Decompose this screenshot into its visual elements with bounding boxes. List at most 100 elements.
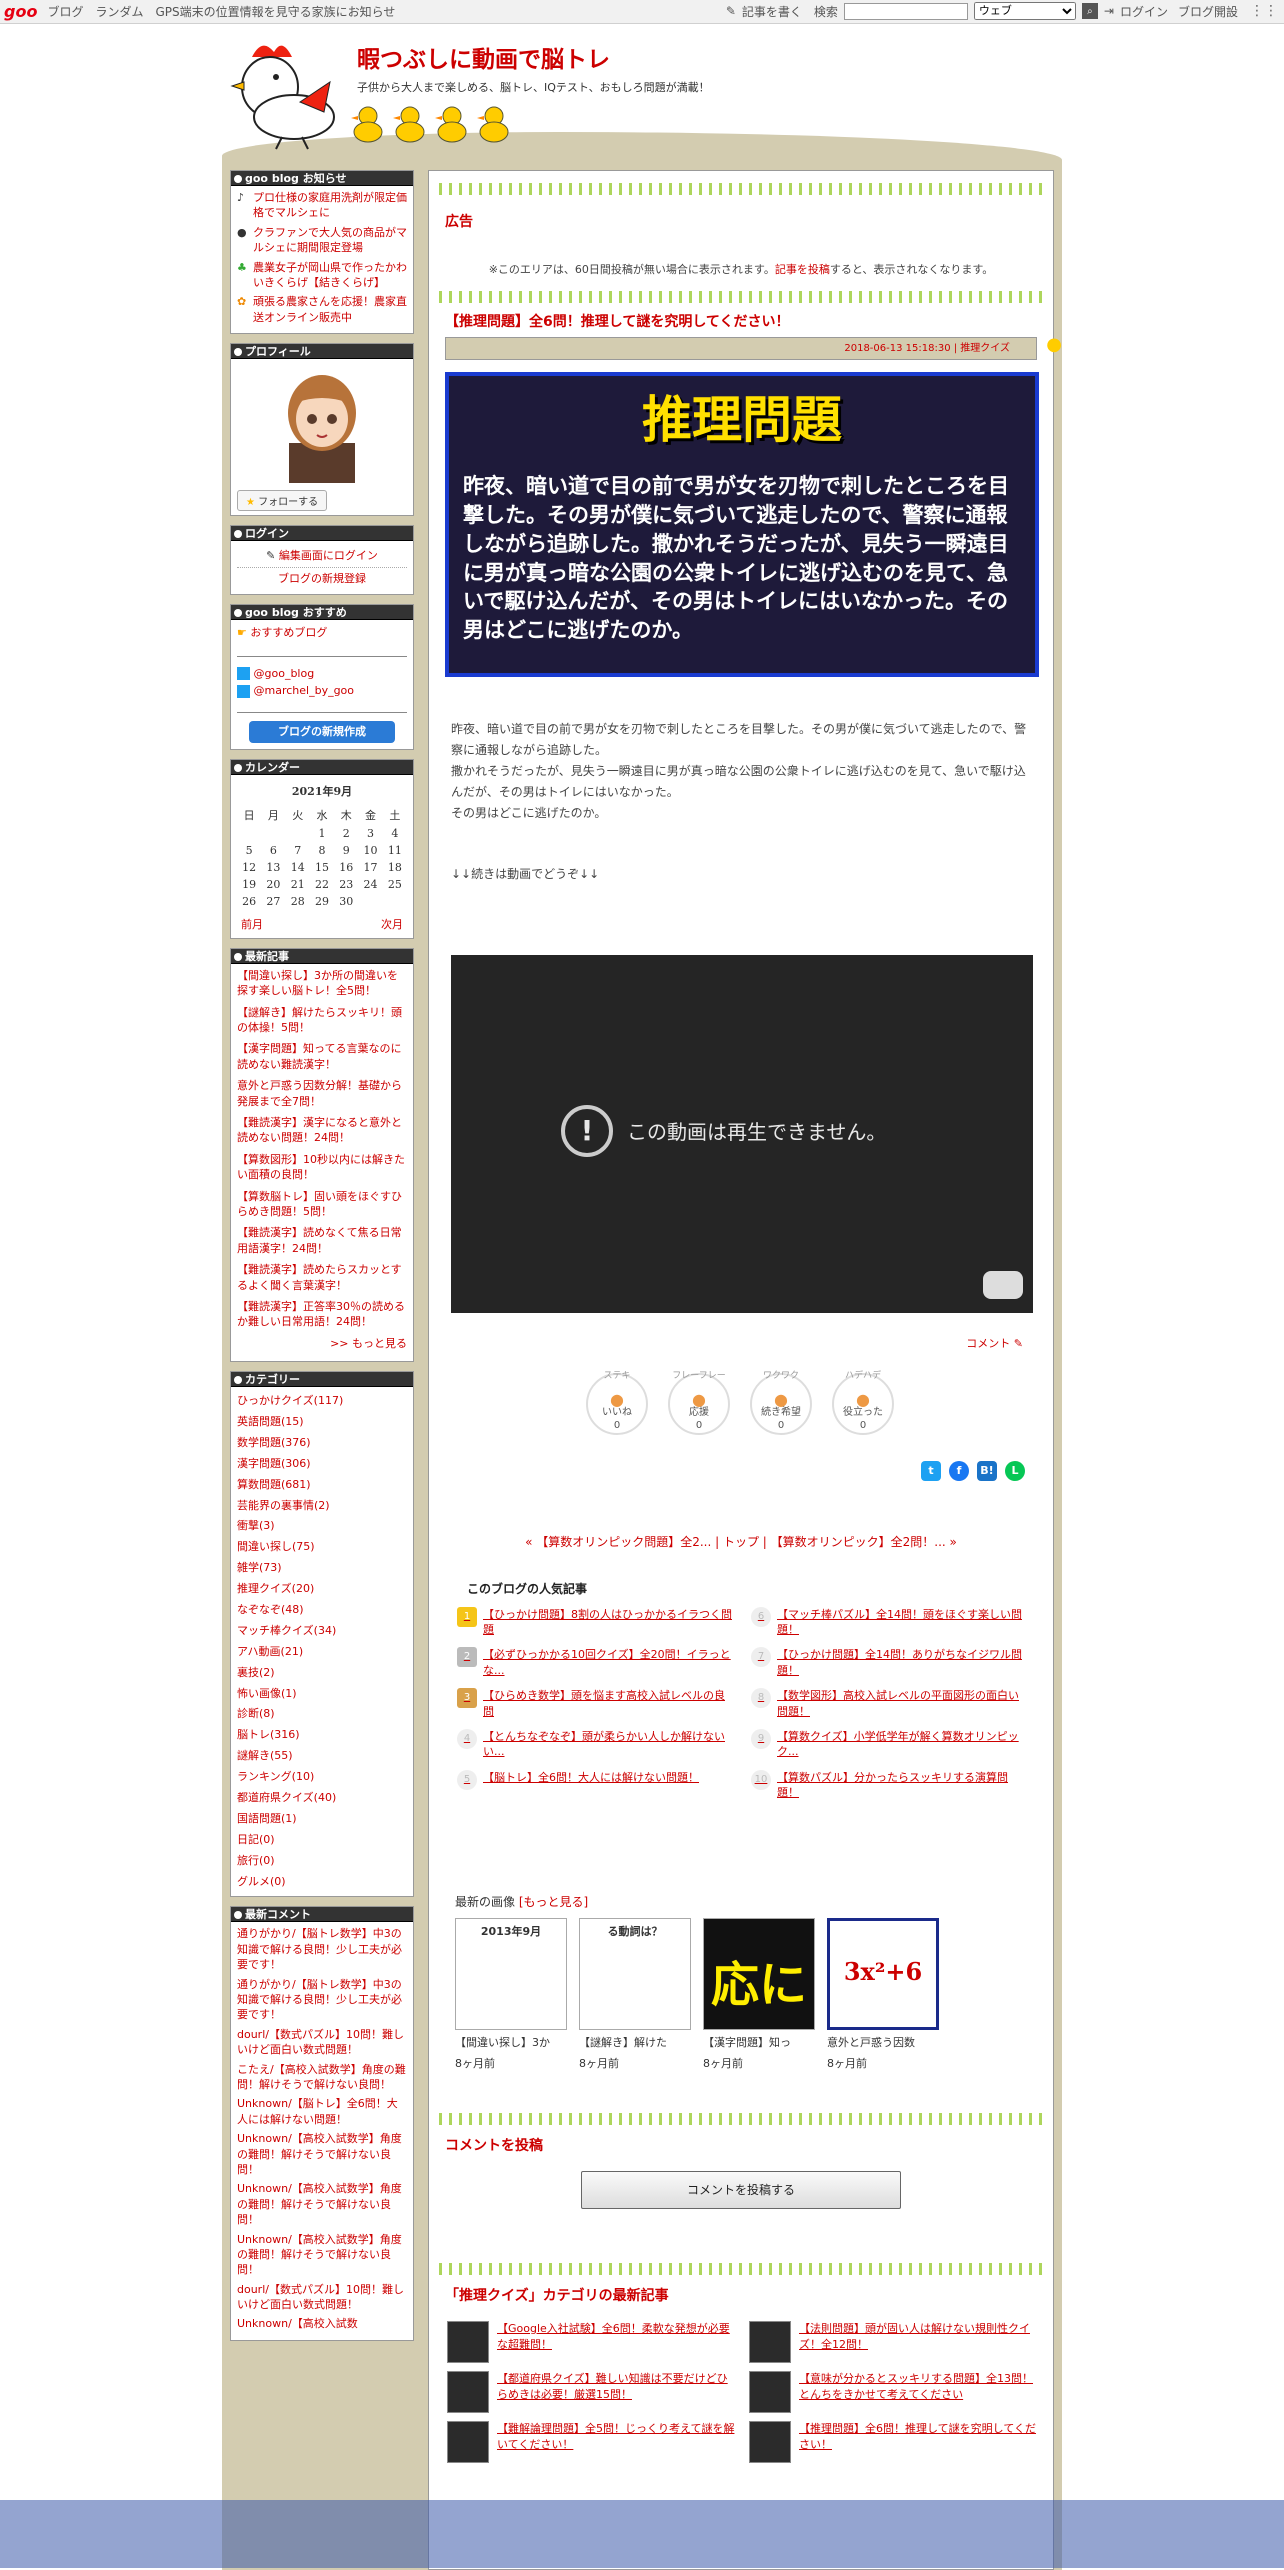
image-thumbnail[interactable]: 2013年9月 bbox=[455, 1917, 567, 2030]
recent-post-link[interactable]: 【謎解き】解けたらスッキリ！頭の体操！5問！ bbox=[237, 1006, 402, 1034]
image-thumbnail[interactable]: 3x²+6 bbox=[827, 1917, 939, 2030]
hatena-bookmark-icon[interactable]: B! bbox=[977, 1460, 997, 1481]
category-link[interactable]: 推理クイズ(20) bbox=[237, 1582, 314, 1595]
recent-post-link[interactable]: 【難読漢字】読めなくて焦る日常用語漢字！24問！ bbox=[237, 1226, 402, 1254]
reaction-button[interactable]: ワクワク ● 続き希望 0 bbox=[750, 1371, 812, 1435]
new-blog-link[interactable]: ブログの新規登録 bbox=[278, 572, 366, 585]
reaction-button[interactable]: ハデハデ ● 役立った 0 bbox=[832, 1371, 894, 1435]
image-thumbnail[interactable]: 応に bbox=[703, 1917, 815, 2030]
twitter-icon[interactable]: t bbox=[921, 1460, 941, 1481]
latest-link[interactable]: 【都道府県クイズ】難しい知識は不要だけどひらめきは必要！厳選15問！ bbox=[497, 2371, 735, 2413]
latest-item[interactable]: 【法則問題】頭が固い人は解けない規則性クイズ！全12問！ bbox=[749, 2320, 1037, 2363]
category-link[interactable]: ランキング(10) bbox=[237, 1770, 314, 1783]
post-comment-button[interactable]: コメントを投稿する bbox=[581, 2170, 901, 2209]
ad-link[interactable]: 農業女子が岡山県で作ったかわいきくらげ【結きくらげ】 bbox=[253, 260, 407, 291]
latest-thumbnail[interactable] bbox=[749, 2420, 791, 2463]
comment-item[interactable]: 通りがかり/【脳トレ数学】中3の知識で解ける良問！少し工夫が必要です！ bbox=[237, 1926, 407, 1972]
category-link[interactable]: 漢字問題(306) bbox=[237, 1457, 311, 1470]
ad-link[interactable]: クラファンで大人気の商品がマルシェに期間限定登場 bbox=[253, 225, 407, 256]
comment-item[interactable]: 通りがかり/【脳トレ数学】中3の知識で解ける良問！少し工夫が必要です！ bbox=[237, 1977, 407, 2023]
popular-item[interactable]: 7 【ひっかけ問題】全14問！ありがちなイジワル問題！ bbox=[751, 1647, 1027, 1678]
popular-item[interactable]: 6 【マッチ棒パズル】全14問！頭をほぐす楽しい問題！ bbox=[751, 1606, 1027, 1638]
popular-link[interactable]: 【脳トレ】全6問！大人には解けない問題！ bbox=[483, 1770, 699, 1801]
calendar-next-link[interactable]: 次月 bbox=[381, 916, 403, 932]
popular-link[interactable]: 【必ずひっかかる10回クイズ】全20問！イラっとな... bbox=[483, 1647, 733, 1678]
nav-blog[interactable]: ブログ bbox=[47, 3, 83, 20]
comment-item[interactable]: Unknown/【高校入試数学】角度の難問！解けそうで解けない良問！ bbox=[237, 2131, 407, 2177]
recent-post-link[interactable]: 【難読漢字】正答率30％の読めるか難しい日常用語！24問！ bbox=[237, 1300, 405, 1328]
category-link[interactable]: グルメ(0) bbox=[237, 1875, 286, 1888]
latest-item[interactable]: 【推理問題】全6問！推理して謎を究明してください！ bbox=[749, 2420, 1037, 2463]
article-title[interactable]: 【推理問題】全6問！推理して謎を究明してください！ bbox=[445, 311, 1037, 331]
recent-post-link[interactable]: 【間違い探し】3か所の間違いを探す楽しい脳トレ！全5問！ bbox=[237, 969, 398, 997]
popular-link[interactable]: 【とんちなぞなぞ】頭が柔らかい人しか解けないい... bbox=[483, 1729, 733, 1760]
category-link[interactable]: 旅行(0) bbox=[237, 1854, 275, 1867]
popular-link[interactable]: 【マッチ棒パズル】全14問！頭をほぐす楽しい問題！ bbox=[777, 1607, 1027, 1638]
twitter-marchel-link[interactable]: @marchel_by_goo bbox=[254, 684, 355, 697]
popular-link[interactable]: 【算数クイズ】小学低学年が解く算数オリンピック... bbox=[777, 1729, 1027, 1760]
twitter-goo-blog-link[interactable]: @goo_blog bbox=[254, 667, 315, 680]
latest-item[interactable]: 【Google入社試験】全6問！柔軟な発想が必要な超難問！ bbox=[447, 2320, 735, 2363]
follow-button[interactable]: ★ フォローする bbox=[237, 490, 328, 512]
create-new-blog-button[interactable]: ブログの新規作成 bbox=[249, 720, 395, 743]
category-link[interactable]: 雑学(73) bbox=[237, 1561, 282, 1574]
latest-item[interactable]: 【意味が分かるとスッキリする問題】全13問！とんちをきかせて考えてください bbox=[749, 2370, 1037, 2413]
post-article-link[interactable]: 記事を投稿 bbox=[775, 263, 830, 276]
facebook-icon[interactable]: f bbox=[949, 1460, 969, 1481]
popular-link[interactable]: 【数学図形】高校入試レベルの平面図形の面白い問題！ bbox=[777, 1688, 1027, 1719]
latest-link[interactable]: 【法則問題】頭が固い人は解けない規則性クイズ！全12問！ bbox=[799, 2321, 1037, 2363]
image-thumbnail[interactable]: る動詞は？ bbox=[579, 1917, 691, 2030]
category-link[interactable]: 怖い画像(1) bbox=[237, 1687, 297, 1700]
latest-item[interactable]: 【都道府県クイズ】難しい知識は不要だけどひらめきは必要！厳選15問！ bbox=[447, 2370, 735, 2413]
latest-thumbnail[interactable] bbox=[749, 2320, 791, 2363]
popular-link[interactable]: 【算数パズル】分かったらスッキリする演算問題！ bbox=[777, 1770, 1027, 1801]
latest-link[interactable]: 【意味が分かるとスッキリする問題】全13問！とんちをきかせて考えてください bbox=[799, 2371, 1037, 2413]
comment-item[interactable]: Unknown/【高校入試数 bbox=[237, 2316, 407, 2331]
popular-item[interactable]: 3 【ひらめき数学】頭を悩ます高校入試レベルの良問 bbox=[457, 1688, 733, 1719]
recent-post-link[interactable]: 【漢字問題】知ってる言葉なのに読めない難読漢字！ bbox=[237, 1042, 401, 1070]
apps-grid-icon[interactable]: ⋮⋮ bbox=[1250, 3, 1278, 19]
category-link[interactable]: 芸能界の裏事情(2) bbox=[237, 1499, 330, 1512]
search-scope-select[interactable]: ウェブ bbox=[973, 2, 1076, 20]
ad-link[interactable]: 頑張る農家さんを応援！農家直送オンライン販売中 bbox=[253, 294, 407, 325]
category-link[interactable]: なぞなぞ(48) bbox=[237, 1603, 304, 1616]
comment-item[interactable]: Unknown/【高校入試数学】角度の難問！解けそうで解けない良問！ bbox=[237, 2181, 407, 2227]
latest-thumbnail[interactable] bbox=[447, 2320, 489, 2363]
image-card[interactable]: 応に 【漢字問題】知っ 8ヶ月前 bbox=[703, 1917, 815, 2073]
login-link[interactable]: ログイン bbox=[1120, 3, 1168, 20]
comment-item[interactable]: dourl/【数式パズル】10問！難しいけど面白い数式問題！ bbox=[237, 2027, 407, 2058]
category-link[interactable]: 衝撃(3) bbox=[237, 1519, 275, 1532]
popular-item[interactable]: 4 【とんちなぞなぞ】頭が柔らかい人しか解けないい... bbox=[457, 1728, 733, 1760]
category-link[interactable]: ひっかけクイズ(117) bbox=[237, 1394, 343, 1407]
popular-item[interactable]: 8 【数学図形】高校入試レベルの平面図形の面白い問題！ bbox=[751, 1688, 1027, 1719]
popular-link[interactable]: 【ひっかけ問題】8割の人はひっかかるイラつく問題 bbox=[483, 1607, 733, 1638]
comment-item[interactable]: こたえ/【高校入試数学】角度の難問！解けそうで解けない良問！ bbox=[237, 2062, 407, 2093]
category-link[interactable]: 日記(0) bbox=[237, 1833, 275, 1846]
site-title[interactable]: 暇つぶしに動画で脳トレ bbox=[357, 40, 610, 74]
recent-post-link[interactable]: 意外と戸惑う因数分解！基礎から発展まで全7問！ bbox=[237, 1079, 402, 1107]
latest-thumbnail[interactable] bbox=[447, 2420, 489, 2463]
latest-link[interactable]: 【難解論理問題】全5問！じっくり考えて謎を解いてください！ bbox=[497, 2421, 735, 2463]
latest-link[interactable]: 【推理問題】全6問！推理して謎を究明してください！ bbox=[799, 2421, 1037, 2463]
latest-thumbnail[interactable] bbox=[749, 2370, 791, 2413]
recent-post-link[interactable]: 【算数脳トレ】固い頭をほぐすひらめき問題！5問！ bbox=[237, 1190, 402, 1218]
popular-link[interactable]: 【ひらめき数学】頭を悩ます高校入試レベルの良問 bbox=[483, 1688, 733, 1719]
category-link[interactable]: 裏技(2) bbox=[237, 1666, 275, 1679]
line-icon[interactable]: L bbox=[1005, 1460, 1025, 1481]
popular-item[interactable]: 1 【ひっかけ問題】8割の人はひっかかるイラつく問題 bbox=[457, 1606, 733, 1638]
open-blog-link[interactable]: ブログ開設 bbox=[1178, 3, 1238, 20]
recent-post-link[interactable]: 【難読漢字】漢字になると意外と読めない問題！24問！ bbox=[237, 1116, 402, 1144]
calendar-prev-link[interactable]: 前月 bbox=[241, 916, 263, 932]
comment-link[interactable]: コメント bbox=[966, 1337, 1010, 1350]
category-link[interactable]: 数学問題(376) bbox=[237, 1436, 311, 1449]
login-edit-link[interactable]: 編集画面にログイン bbox=[279, 549, 378, 562]
recent-post-link[interactable]: 【算数図形】10秒以内には解きたい面積の良問！ bbox=[237, 1153, 405, 1181]
latest-item[interactable]: 【難解論理問題】全5問！じっくり考えて謎を解いてください！ bbox=[447, 2420, 735, 2463]
youtube-icon[interactable] bbox=[983, 1270, 1023, 1299]
category-link[interactable]: マッチ棒クイズ(34) bbox=[237, 1624, 336, 1637]
popular-item[interactable]: 10 【算数パズル】分かったらスッキリする演算問題！ bbox=[751, 1769, 1027, 1801]
category-link[interactable]: 国語問題(1) bbox=[237, 1812, 297, 1825]
images-more-link[interactable]: [もっと見る] bbox=[519, 1895, 588, 1909]
recent-more-link[interactable]: >> もっと見る bbox=[330, 1337, 407, 1350]
image-card[interactable]: る動詞は？ 【謎解き】解けた 8ヶ月前 bbox=[579, 1917, 691, 2073]
